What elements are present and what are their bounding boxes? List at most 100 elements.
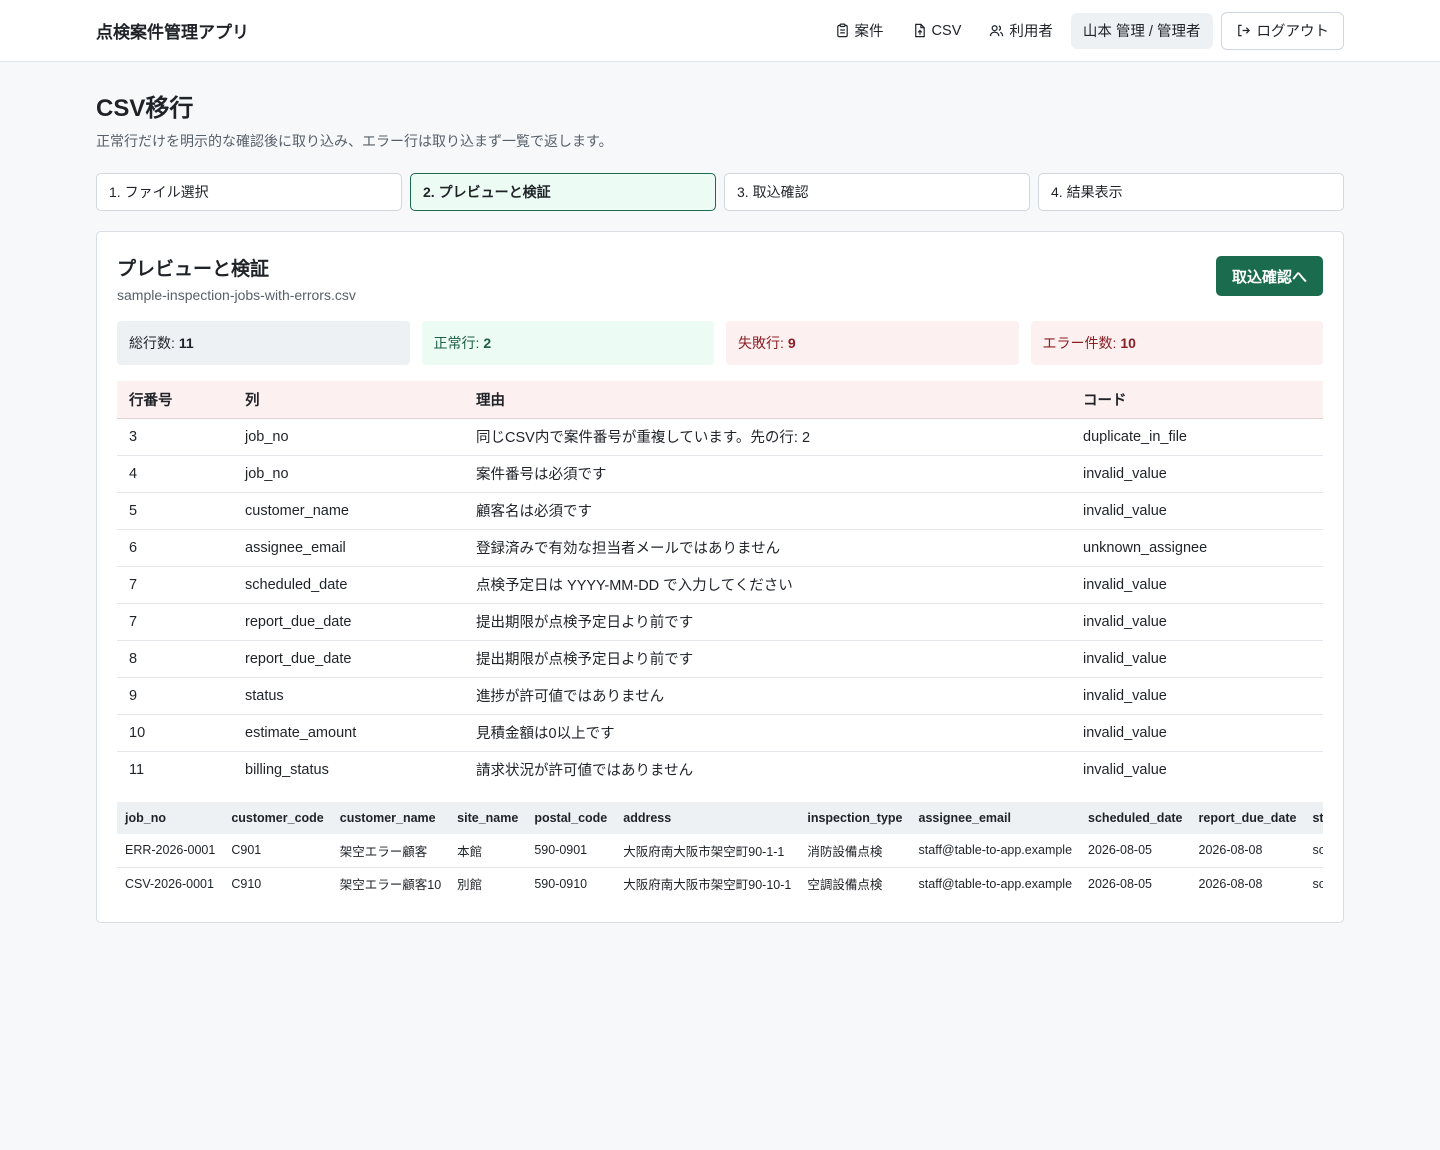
cell-code: invalid_value (1083, 761, 1167, 778)
cell-column: status (233, 677, 464, 715)
cell-column: scheduled_date (233, 566, 464, 604)
nav-item-users[interactable]: 利用者 (979, 12, 1063, 50)
clipboard-icon (836, 23, 848, 38)
stat-error-count: エラー件数: 10 (1030, 321, 1323, 365)
cell-reason: 登録済みで有効な担当者メールではありません (464, 529, 1071, 567)
header-row-number: 行番号 (117, 381, 233, 419)
logout-icon (1237, 24, 1250, 37)
cell-row-number: 6 (117, 529, 233, 567)
stat-value: 11 (178, 335, 194, 351)
cell-column: report_due_date (233, 603, 464, 641)
cell-row-number: 4 (117, 455, 233, 493)
preview-cell: 590-0910 (534, 876, 588, 891)
step-preview-validate[interactable]: 2. プレビューと検証 (410, 173, 716, 211)
page-title: CSV移行 (96, 95, 194, 122)
preview-header-cell: scheduled_date (1080, 802, 1191, 834)
preview-header-cell: report_due_date (1190, 802, 1305, 834)
cell-row-number: 7 (117, 603, 233, 641)
table-row: 4 job_no 案件番号は必須です invalid_value (117, 455, 1323, 493)
preview-table-scroll[interactable]: job_no customer_code customer_name site_nam… (117, 802, 1323, 900)
error-table: 行番号 列 理由 コード 3 job_no 同じCSV内で案件番号が重複しています。… (117, 381, 1323, 788)
cell-code: invalid_value (1071, 566, 1323, 604)
cell-code: unknown_assignee (1071, 529, 1323, 567)
page-subtitle: 正常行だけを明示的な確認後に取り込み、エラー行は取り込まず一覧で返します。 (96, 133, 613, 149)
cell-reason: 顧客名は必須です (464, 492, 1071, 530)
cell-column: assignee_email (233, 529, 464, 567)
preview-header-cell: status (1304, 802, 1323, 834)
card-title: プレビューと検証 (117, 259, 270, 280)
table-row: 11 billing_status 請求状況が許可値ではありません invalid_v… (117, 751, 1323, 788)
preview-cell: scheduled (1312, 876, 1323, 891)
nav-item-jobs[interactable]: 案件 (825, 12, 894, 50)
validation-stats: 総行数: 11 正常行: 2 失敗行: 9 エラー件数: 10 (117, 321, 1323, 365)
current-user-badge: 山本 管理 / 管理者 (1070, 12, 1213, 49)
stat-ok-rows: 正常行: 2 (421, 321, 714, 365)
main-content: CSV移行 正常行だけを明示的な確認後に取り込み、エラー行は取り込まず一覧で返し… (0, 88, 1440, 923)
file-upload-icon (914, 23, 925, 38)
nav-item-label: 案件 (854, 24, 884, 40)
cell-row-number: 11 (129, 761, 145, 778)
step-result[interactable]: 4. 結果表示 (1038, 173, 1344, 211)
preview-cell: C901 (223, 834, 332, 868)
preview-cell: 2026-08-05 (1080, 834, 1191, 868)
cell-reason: 点検予定日は YYYY-MM-DD で入力してください (464, 566, 1071, 604)
preview-cell: 消防設備点検 (799, 834, 911, 868)
table-row: 9 status 進捗が許可値ではありません invalid_value (117, 677, 1323, 715)
step-file-select[interactable]: 1. ファイル選択 (96, 173, 402, 211)
header-column: 列 (233, 381, 464, 419)
preview-header-cell: customer_name (331, 802, 450, 834)
cell-reason: 進捗が許可値ではありません (464, 677, 1071, 715)
go-to-confirm-button[interactable]: 取込確認へ (1215, 256, 1323, 296)
preview-cell: 2026-08-08 (1198, 876, 1263, 891)
main-nav: 案件 CSV 利用者 山本 管理 / 管理者 ログアウト (825, 11, 1344, 50)
preview-card: プレビューと検証 sample-inspection-jobs-with-err… (96, 231, 1344, 923)
stat-label: 正常行: (433, 335, 480, 351)
nav-item-label: CSV (931, 22, 962, 39)
stat-value: 10 (1120, 335, 1136, 351)
cell-column: job_no (233, 418, 464, 456)
nav-item-label: 利用者 (1009, 24, 1053, 40)
preview-header-cell: job_no (117, 802, 224, 834)
cell-row-number: 10 (117, 714, 233, 752)
cell-column: job_no (233, 455, 464, 493)
cell-reason: 提出期限が点検予定日より前です (464, 603, 1071, 641)
table-row: 5 customer_name 顧客名は必須です invalid_value (117, 492, 1323, 530)
header-code: コード (1071, 381, 1323, 419)
cell-code: duplicate_in_file (1071, 418, 1323, 456)
cell-row-number: 5 (117, 492, 233, 530)
top-bar: 点検案件管理アプリ 案件 CSV 利用者 山本 管理 / 管理者 ログアウト (0, 0, 1440, 62)
nav-item-csv[interactable]: CSV (902, 12, 972, 50)
table-row: ERR-2026-0001 C901 架空エラー顧客 本館 590-0901 大阪府南大阪… (117, 834, 1323, 868)
preview-cell: staff@table-to-app.example (910, 834, 1081, 868)
cell-code: invalid_value (1071, 492, 1323, 530)
cell-column: estimate_amount (233, 714, 464, 752)
preview-header-cell: site_name (449, 802, 527, 834)
preview-cell: ERR-2026-0001 (117, 834, 224, 868)
cell-code: invalid_value (1071, 603, 1323, 641)
table-row: 7 report_due_date 提出期限が点検予定日より前です invalid_v… (117, 603, 1323, 641)
preview-cell: 590-0901 (526, 834, 616, 868)
preview-cell: staff@table-to-app.example (918, 876, 1073, 891)
table-row: 3 job_no 同じCSV内で案件番号が重複しています。先の行: 2 duplica… (117, 418, 1323, 456)
cell-reason: 提出期限が点検予定日より前です (464, 640, 1071, 678)
preview-cell: 空調設備点検 (807, 878, 883, 893)
preview-header-cell: customer_code (223, 802, 332, 834)
stat-label: 失敗行: (738, 335, 784, 351)
step-import-confirm[interactable]: 3. 取込確認 (724, 173, 1030, 211)
preview-header-cell: assignee_email (910, 802, 1081, 834)
cell-column: report_due_date (233, 640, 464, 678)
table-row: 7 scheduled_date 点検予定日は YYYY-MM-DD で入力してくだ… (117, 566, 1323, 604)
table-row: 8 report_due_date 提出期限が点検予定日より前です invalid_v… (117, 640, 1323, 678)
preview-cell: 大阪府南大阪市架空町90-10-1 (623, 878, 792, 893)
preview-table-header: job_no customer_code customer_name site_nam… (117, 802, 1323, 834)
step-indicator: 1. ファイル選択 2. プレビューと検証 3. 取込確認 4. 結果表示 (96, 173, 1344, 211)
preview-table: job_no customer_code customer_name site_nam… (117, 802, 1323, 900)
preview-cell: 2026-08-08 (1190, 834, 1305, 868)
preview-header-cell: inspection_type (799, 802, 911, 834)
cell-column: customer_name (233, 492, 464, 530)
logout-button[interactable]: ログアウト (1220, 11, 1344, 50)
preview-table-body: ERR-2026-0001 C901 架空エラー顧客 本館 590-0901 大阪府南大阪… (117, 834, 1323, 900)
error-table-body: 3 job_no 同じCSV内で案件番号が重複しています。先の行: 2 duplica… (117, 418, 1323, 788)
stat-value: 2 (483, 335, 492, 351)
cell-code: invalid_value (1071, 677, 1323, 715)
